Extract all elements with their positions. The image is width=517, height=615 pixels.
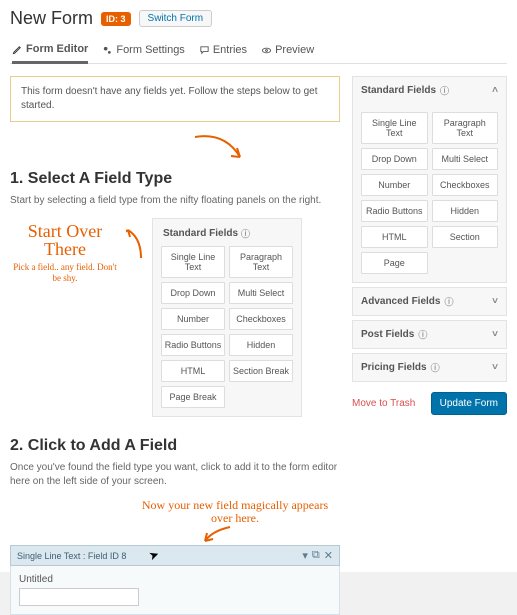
- info-icon: ⓘ: [440, 84, 449, 97]
- chevron-up-icon: ˄: [492, 85, 498, 96]
- move-to-trash-link[interactable]: Move to Trash: [352, 398, 415, 409]
- field-type-button[interactable]: Checkboxes: [432, 174, 499, 196]
- field-bar-label: Single Line Text : Field ID 8: [17, 551, 126, 561]
- arrow-icon: [126, 228, 146, 268]
- field-label: Untitled: [19, 574, 331, 585]
- field-body: Untitled: [10, 566, 340, 615]
- field-type-button[interactable]: Multi Select: [432, 148, 499, 170]
- field-header-bar[interactable]: Single Line Text : Field ID 8 ➤ ▾ ⧉ ✕: [10, 545, 340, 566]
- pencil-icon: [12, 44, 23, 55]
- form-id-badge: ID: 3: [101, 12, 131, 26]
- post-fields-accordion: Post Fields ⓘ ˅: [352, 320, 507, 349]
- callout-start-over-there: Start Over There Pick a field.. any fiel…: [10, 218, 120, 284]
- field-type-button[interactable]: Page Break: [161, 386, 225, 408]
- field-type-button[interactable]: Single Line Text: [161, 246, 225, 278]
- accordion-title: Pricing Fields: [361, 362, 427, 373]
- panel-title-text: Standard Fields: [163, 228, 238, 239]
- field-type-button[interactable]: Paragraph Text: [432, 112, 499, 144]
- callout-big-text: Start Over There: [10, 222, 120, 258]
- field-type-button[interactable]: Paragraph Text: [229, 246, 293, 278]
- standard-fields-panel-left: Standard Fields ⓘ Single Line TextParagr…: [152, 218, 302, 417]
- advanced-fields-accordion: Advanced Fields ⓘ ˅: [352, 287, 507, 316]
- field-text-input[interactable]: [19, 588, 139, 606]
- collapse-icon[interactable]: ▾: [302, 549, 308, 562]
- delete-icon[interactable]: ✕: [324, 549, 333, 562]
- accordion-header[interactable]: Standard Fields ⓘ ˄: [353, 77, 506, 104]
- field-type-button[interactable]: Single Line Text: [361, 112, 428, 144]
- field-type-button[interactable]: Section Break: [229, 360, 293, 382]
- pricing-fields-accordion: Pricing Fields ⓘ ˅: [352, 353, 507, 382]
- field-type-button[interactable]: Page: [361, 252, 428, 274]
- standard-fields-accordion: Standard Fields ⓘ ˄ Single Line TextPara…: [352, 76, 507, 283]
- tab-label: Form Settings: [116, 44, 184, 56]
- accordion-header[interactable]: Advanced Fields ⓘ ˅: [353, 288, 506, 315]
- speech-bubble-icon: [199, 45, 210, 56]
- accordion-header[interactable]: Pricing Fields ⓘ ˅: [353, 354, 506, 381]
- duplicate-icon[interactable]: ⧉: [312, 549, 320, 562]
- tab-form-editor[interactable]: Form Editor: [12, 37, 88, 64]
- accordion-header[interactable]: Post Fields ⓘ ˅: [353, 321, 506, 348]
- form-tabs: Form Editor Form Settings Entries Previe…: [10, 37, 507, 64]
- info-icon: ⓘ: [431, 361, 440, 374]
- tab-preview[interactable]: Preview: [261, 37, 314, 63]
- info-icon: ⓘ: [444, 295, 453, 308]
- field-type-button[interactable]: Multi Select: [229, 282, 293, 304]
- field-type-button[interactable]: Radio Buttons: [361, 200, 428, 222]
- field-type-button[interactable]: Section: [432, 226, 499, 248]
- tab-label: Preview: [275, 44, 314, 56]
- info-icon: ⓘ: [241, 227, 250, 240]
- switch-form-button[interactable]: Switch Form: [139, 10, 213, 27]
- info-icon: ⓘ: [418, 328, 427, 341]
- field-type-button[interactable]: Hidden: [229, 334, 293, 356]
- chevron-down-icon: ˅: [492, 329, 498, 340]
- callout-new-field: Now your new field magically appears ove…: [130, 499, 340, 525]
- tab-form-settings[interactable]: Form Settings: [102, 37, 184, 63]
- field-type-button[interactable]: Checkboxes: [229, 308, 293, 330]
- accordion-title: Advanced Fields: [361, 296, 440, 307]
- chevron-down-icon: ˅: [492, 362, 498, 373]
- step1-desc: Start by selecting a field type from the…: [10, 194, 340, 208]
- field-type-button[interactable]: HTML: [161, 360, 225, 382]
- eye-icon: [261, 45, 272, 56]
- arrow-icon: [200, 525, 240, 543]
- step1-heading: 1. Select A Field Type: [10, 170, 340, 188]
- step2-heading: 2. Click to Add A Field: [10, 437, 340, 455]
- field-type-button[interactable]: HTML: [361, 226, 428, 248]
- field-type-button[interactable]: Hidden: [432, 200, 499, 222]
- panel-heading: Standard Fields ⓘ: [161, 227, 293, 246]
- cursor-icon: ➤: [147, 547, 161, 564]
- callout-small-text: Pick a field.. any field. Don't be shy.: [10, 262, 120, 284]
- field-type-button[interactable]: Number: [161, 308, 225, 330]
- update-form-button[interactable]: Update Form: [431, 392, 507, 415]
- arrow-icon: [190, 132, 250, 166]
- field-type-button[interactable]: Radio Buttons: [161, 334, 225, 356]
- tab-entries[interactable]: Entries: [199, 37, 247, 63]
- tab-label: Form Editor: [26, 43, 88, 55]
- empty-form-notice: This form doesn't have any fields yet. F…: [10, 76, 340, 122]
- accordion-title: Standard Fields: [361, 85, 436, 96]
- accordion-title: Post Fields: [361, 329, 414, 340]
- field-type-button[interactable]: Drop Down: [361, 148, 428, 170]
- field-type-button[interactable]: Drop Down: [161, 282, 225, 304]
- gears-icon: [102, 45, 113, 56]
- tab-label: Entries: [213, 44, 247, 56]
- chevron-down-icon: ˅: [492, 296, 498, 307]
- page-title: New Form: [10, 8, 93, 29]
- step2-desc: Once you've found the field type you wan…: [10, 461, 340, 489]
- field-type-button[interactable]: Number: [361, 174, 428, 196]
